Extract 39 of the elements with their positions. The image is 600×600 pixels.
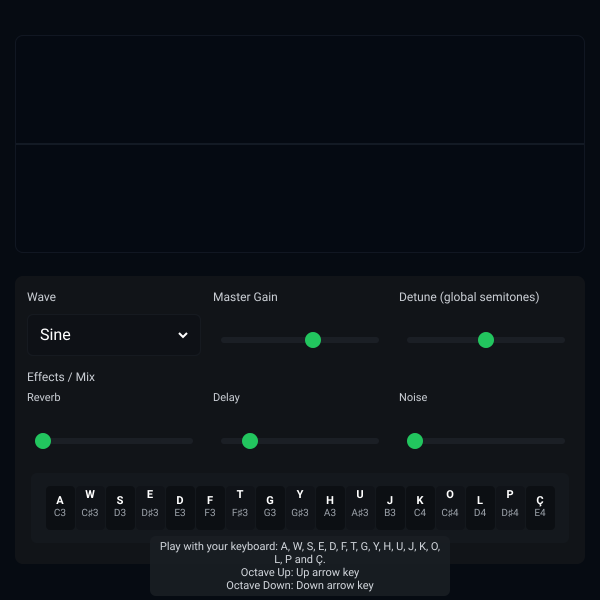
piano-key[interactable]: H A3 xyxy=(316,486,344,530)
piano-key[interactable]: U A♯3 xyxy=(346,486,374,530)
tooltip-text: Play with your keyboard: A, W, S, E, D, F, T, G, Y, H, U, J, K, O, L, P and Ç. xyxy=(158,540,442,566)
piano-key[interactable]: L D4 xyxy=(466,486,494,530)
effect-label: Reverb xyxy=(27,390,62,406)
slider[interactable] xyxy=(407,332,565,348)
tooltip-text: Octave Up: Up arrow key xyxy=(240,566,360,579)
effects-title: Effects / Mix xyxy=(27,369,96,386)
slider[interactable] xyxy=(221,432,379,448)
piano-key[interactable]: F F3 xyxy=(196,486,224,530)
wave-select[interactable]: Sine xyxy=(27,314,201,356)
detune-label: Detune (global semitones) xyxy=(399,289,541,306)
piano-key[interactable]: O C♯4 xyxy=(436,486,464,530)
piano-key[interactable]: Y G♯3 xyxy=(286,486,314,530)
piano-key[interactable]: A C3 xyxy=(46,486,74,530)
piano-key[interactable]: S D3 xyxy=(106,486,134,530)
wave-label: Wave xyxy=(27,289,57,306)
tooltip-text: Octave Down: Down arrow key xyxy=(226,579,374,592)
slider-thumb[interactable] xyxy=(242,432,258,448)
effect-label: Noise xyxy=(399,390,428,406)
piano-key[interactable]: D E3 xyxy=(166,486,194,530)
slider[interactable] xyxy=(221,332,379,348)
slider-thumb[interactable] xyxy=(304,332,321,348)
piano-key[interactable]: J B3 xyxy=(376,486,404,530)
slider-thumb[interactable] xyxy=(478,332,494,348)
piano-key[interactable]: Ç E4 xyxy=(526,486,554,530)
slider[interactable] xyxy=(407,432,565,448)
slider-thumb[interactable] xyxy=(407,432,423,448)
piano-key[interactable]: P D♯4 xyxy=(496,486,524,530)
piano-key[interactable]: T F♯3 xyxy=(226,486,254,530)
slider-thumb[interactable] xyxy=(35,432,51,448)
piano-key[interactable]: G G3 xyxy=(256,486,284,530)
slider[interactable] xyxy=(35,432,193,448)
piano-key[interactable]: E D♯3 xyxy=(136,486,164,530)
piano-key[interactable]: W C♯3 xyxy=(76,486,104,530)
chevron-down-icon xyxy=(178,332,188,338)
master-gain-label: Master Gain xyxy=(213,289,279,306)
effect-label: Delay xyxy=(213,390,241,406)
piano-key[interactable]: K C4 xyxy=(406,486,434,530)
